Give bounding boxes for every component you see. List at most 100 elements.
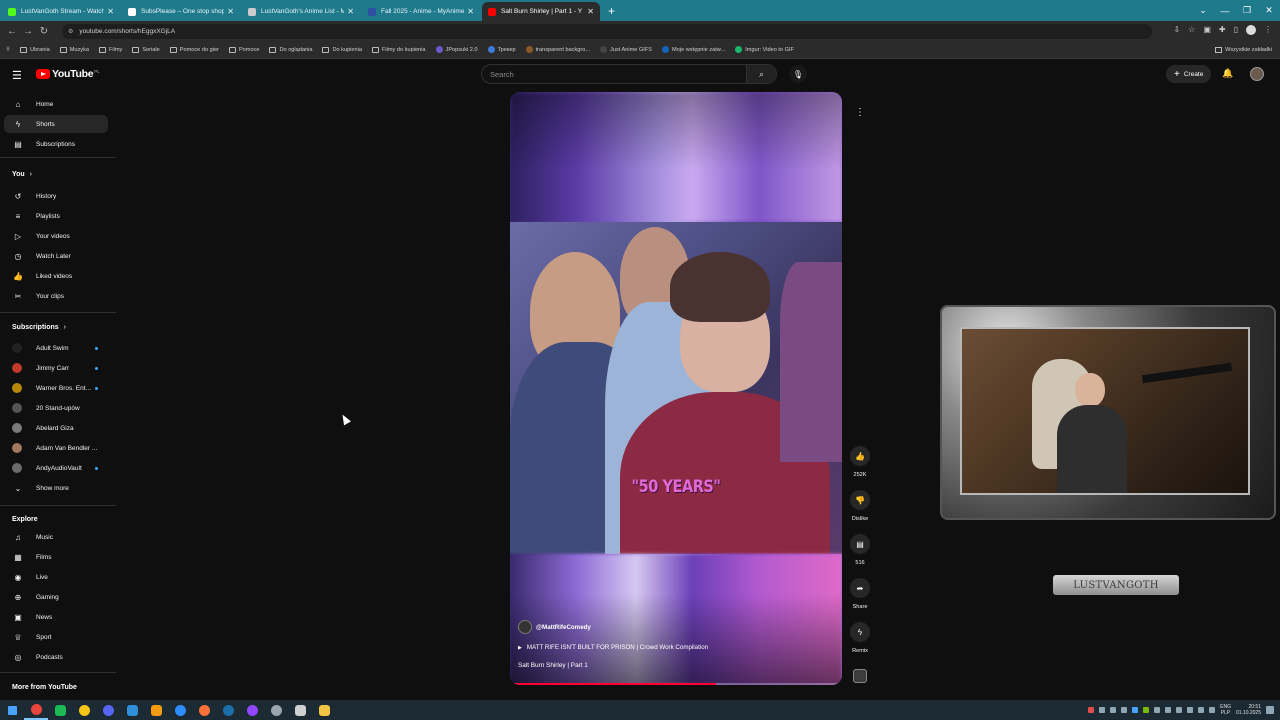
subscription-item[interactable]: 20 Stand-upów	[4, 399, 108, 417]
browser-tab[interactable]: Salt Burn Shirley | Part 1 - Y ✕	[482, 2, 600, 21]
close-window-button[interactable]: ✕	[1258, 5, 1280, 16]
browser-tab[interactable]: LustVanGoth Stream - Watch L ✕	[2, 2, 120, 21]
tray-icon[interactable]	[1187, 707, 1194, 713]
sidebar-item[interactable]: ▣ News	[4, 608, 108, 626]
tray-icon[interactable]	[1165, 707, 1172, 713]
tray-icon[interactable]	[1110, 707, 1117, 713]
comments-icon[interactable]: ▤	[850, 534, 870, 554]
taskbar-app-6[interactable]	[144, 700, 168, 720]
taskbar-chrome[interactable]	[24, 700, 48, 720]
channel-handle[interactable]: @MattRifeComedy	[536, 624, 591, 631]
dislike-icon[interactable]: 👎	[850, 490, 870, 510]
sidebar-item[interactable]: ⌄ Show more	[4, 479, 108, 497]
profile-avatar[interactable]	[1246, 25, 1256, 35]
sidebar-item[interactable]: ⌂ Home	[4, 95, 108, 113]
short-more-options-icon[interactable]: ⋮	[851, 103, 869, 121]
more-from-youtube-heading[interactable]: More from YouTube	[12, 684, 77, 691]
taskbar-app-3[interactable]	[72, 700, 96, 720]
taskbar-twitch[interactable]	[240, 700, 264, 720]
sidebar-item[interactable]: ↺ History	[4, 187, 108, 205]
site-info-icon[interactable]: ⚙	[68, 28, 73, 35]
sidebar-item[interactable]: ♫ Music	[4, 528, 108, 546]
taskbar-discord[interactable]	[96, 700, 120, 720]
bookmark-item[interactable]: Imgur: Video to GIF	[735, 46, 794, 53]
taskbar-spotify[interactable]	[48, 700, 72, 720]
subscription-item[interactable]: Warner Bros. Ent...	[4, 379, 108, 397]
bookmark-item[interactable]: Moje wstępnie zatw...	[662, 46, 725, 53]
browser-tab[interactable]: SubsPlease – One stop shop fo ✕	[122, 2, 240, 21]
shorts-player[interactable]: "50 YEARS" @MattRifeComedy ▶ MATT RIFE I…	[510, 92, 842, 685]
notifications-icon[interactable]	[1266, 706, 1274, 714]
subscription-item[interactable]: Adult Swim	[4, 339, 108, 357]
sidebar-item[interactable]: ✂ Your clips	[4, 287, 108, 305]
bookmark-item[interactable]: Seriale	[132, 46, 160, 53]
share-action[interactable]: ➦ Share	[846, 578, 874, 610]
tray-icon[interactable]	[1154, 707, 1161, 713]
bookmark-item[interactable]: Ubrania	[20, 46, 50, 53]
tray-icon[interactable]	[1121, 707, 1128, 713]
bookmark-item[interactable]: Трекер	[487, 46, 516, 53]
sidebar-item[interactable]: ▦ Films	[4, 548, 108, 566]
taskbar-app-12[interactable]	[288, 700, 312, 720]
bookmark-item[interactable]: Do oglądania	[269, 46, 312, 53]
voice-search-button[interactable]: 🎙	[789, 65, 807, 83]
subscription-item[interactable]: AndyAudioVault	[4, 459, 108, 477]
user-avatar[interactable]	[1250, 67, 1264, 81]
sidebar-item[interactable]: ♕ Sport	[4, 628, 108, 646]
like-action[interactable]: 👍 252K	[846, 446, 874, 478]
extension-icon[interactable]: ▣	[1203, 25, 1211, 35]
install-icon[interactable]: ⇩	[1173, 25, 1180, 35]
sidebar-item[interactable]: 👍 Liked videos	[4, 267, 108, 285]
bookmark-item[interactable]: Pomoce do gier	[169, 46, 219, 53]
comments-action[interactable]: ▤ 516	[846, 534, 874, 566]
reload-button[interactable]: ↻	[36, 26, 52, 37]
share-icon[interactable]: ➦	[850, 578, 870, 598]
bookmark-star-icon[interactable]: ☆	[1188, 25, 1195, 35]
minimize-button[interactable]: —	[1214, 6, 1236, 16]
close-tab-icon[interactable]: ✕	[347, 7, 354, 16]
close-tab-icon[interactable]: ✕	[467, 7, 474, 16]
channel-info[interactable]: @MattRifeComedy	[518, 620, 591, 634]
sidebar-item[interactable]: ◉ Live	[4, 568, 108, 586]
bookmark-item[interactable]: JPopsuki 2.0	[435, 46, 478, 53]
start-button[interactable]	[0, 700, 24, 720]
remix-action[interactable]: ϟ Remix	[846, 622, 874, 654]
dislike-action[interactable]: 👎 Dislike	[846, 490, 874, 522]
apps-icon[interactable]: ⠿	[6, 47, 10, 53]
taskbar-firefox[interactable]	[192, 700, 216, 720]
bookmark-item[interactable]: Filmy	[98, 46, 122, 53]
close-tab-icon[interactable]: ✕	[227, 7, 234, 16]
tray-icon[interactable]	[1176, 707, 1183, 713]
taskbar-app-7[interactable]	[168, 700, 192, 720]
bookmark-item[interactable]: transparent backgro...	[525, 46, 590, 53]
youtube-logo[interactable]: YouTube PL	[36, 68, 100, 80]
taskbar-explorer[interactable]	[312, 700, 336, 720]
subscriptions-heading[interactable]: Subscriptions ›	[12, 324, 66, 331]
search-button[interactable]: ⌕	[746, 65, 776, 83]
explore-heading[interactable]: Explore	[12, 516, 38, 523]
back-button[interactable]: ←	[4, 26, 20, 37]
extensions-puzzle-icon[interactable]: ✚	[1219, 25, 1226, 35]
like-icon[interactable]: 👍	[850, 446, 870, 466]
restore-button[interactable]: ❐	[1236, 5, 1258, 16]
progress-bar[interactable]	[510, 683, 842, 685]
create-button[interactable]: + Create	[1166, 65, 1212, 83]
channel-avatar[interactable]	[518, 620, 532, 634]
sidebar-item[interactable]: ◷ Watch Later	[4, 247, 108, 265]
subscription-item[interactable]: Abelard Giza	[4, 419, 108, 437]
browser-tab[interactable]: Fall 2025 - Anime - MyAnimeLi ✕	[362, 2, 480, 21]
close-tab-icon[interactable]: ✕	[587, 7, 594, 16]
language-indicator[interactable]: ENG PLP	[1220, 704, 1231, 716]
clock[interactable]: 20:51 01.10.2025	[1236, 704, 1261, 716]
notifications-bell-icon[interactable]: 🔔	[1222, 68, 1233, 79]
tab-search-icon[interactable]: ⌄	[1192, 5, 1214, 16]
sidebar-item[interactable]: ◎ Podcasts	[4, 648, 108, 666]
you-heading[interactable]: You ›	[12, 171, 32, 178]
bookmark-item[interactable]: Just Anime GIFS	[600, 46, 652, 53]
sidebar-item[interactable]: ▤ Subscriptions	[4, 135, 108, 153]
sidebar-item[interactable]: ≡ Playlists	[4, 207, 108, 225]
sidebar-item[interactable]: ϟ Shorts	[4, 115, 108, 133]
taskbar-app-11[interactable]	[264, 700, 288, 720]
volume-icon[interactable]	[1209, 707, 1216, 713]
split-icon[interactable]: ▯	[1234, 25, 1238, 35]
